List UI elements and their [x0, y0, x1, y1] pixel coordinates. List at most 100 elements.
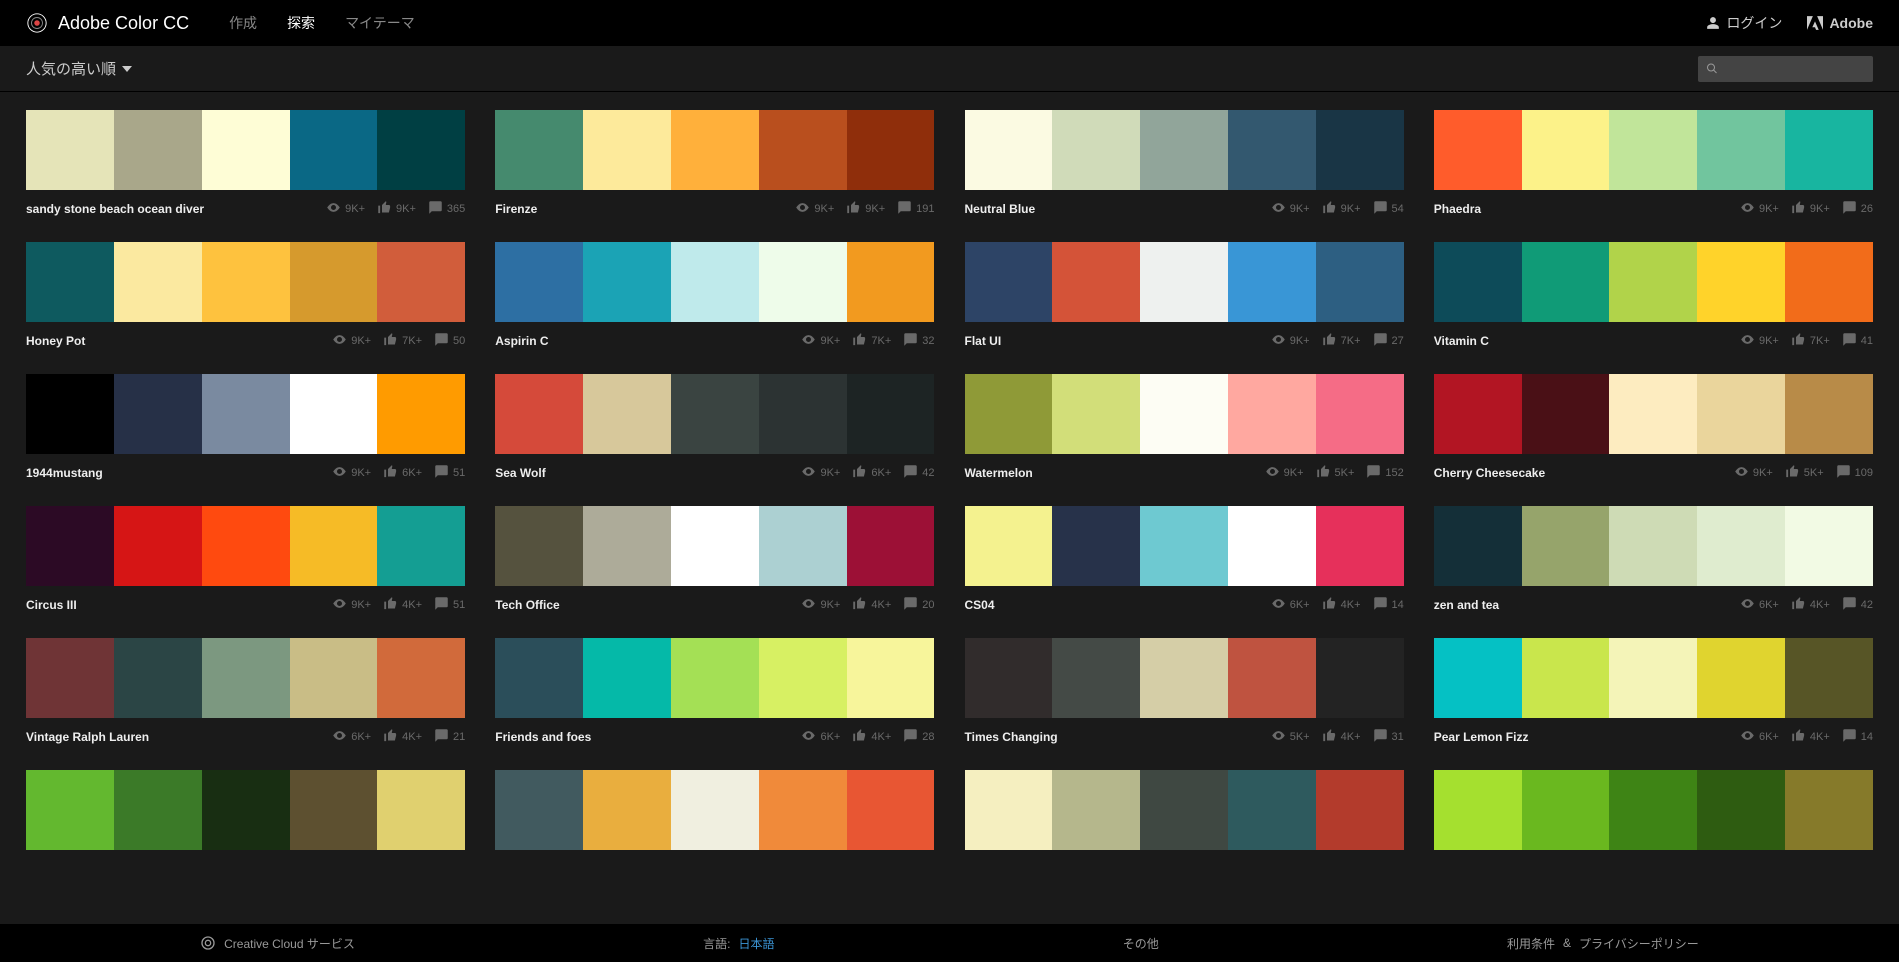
- login-link[interactable]: ログイン: [1706, 13, 1782, 33]
- color-swatch[interactable]: [965, 374, 1053, 454]
- color-swatch[interactable]: [495, 110, 583, 190]
- color-swatch[interactable]: [114, 638, 202, 718]
- theme-card[interactable]: [495, 770, 934, 850]
- footer-other[interactable]: その他: [1123, 935, 1159, 952]
- color-swatch[interactable]: [26, 110, 114, 190]
- color-swatch[interactable]: [1434, 506, 1522, 586]
- color-swatch[interactable]: [847, 638, 935, 718]
- color-swatch[interactable]: [377, 374, 465, 454]
- color-swatch[interactable]: [1697, 374, 1785, 454]
- color-swatch[interactable]: [583, 770, 671, 850]
- color-swatch[interactable]: [26, 374, 114, 454]
- theme-card[interactable]: Neutral Blue9K+9K+54: [965, 110, 1404, 232]
- color-swatch[interactable]: [671, 770, 759, 850]
- color-swatch[interactable]: [759, 110, 847, 190]
- color-swatch[interactable]: [1522, 770, 1610, 850]
- color-swatch[interactable]: [1522, 506, 1610, 586]
- color-swatch[interactable]: [1052, 770, 1140, 850]
- color-swatch[interactable]: [583, 638, 671, 718]
- theme-card[interactable]: Flat UI9K+7K+27: [965, 242, 1404, 364]
- color-swatch[interactable]: [583, 242, 671, 322]
- color-swatch[interactable]: [759, 242, 847, 322]
- color-swatch[interactable]: [202, 374, 290, 454]
- color-swatch[interactable]: [1434, 770, 1522, 850]
- color-swatch[interactable]: [1228, 506, 1316, 586]
- color-swatch[interactable]: [1522, 638, 1610, 718]
- color-swatch[interactable]: [671, 374, 759, 454]
- color-swatch[interactable]: [847, 374, 935, 454]
- theme-card[interactable]: Tech Office9K+4K+20: [495, 506, 934, 628]
- color-swatch[interactable]: [759, 374, 847, 454]
- footer-cc-services[interactable]: Creative Cloud サービス: [200, 935, 355, 952]
- color-swatch[interactable]: [1052, 242, 1140, 322]
- theme-card[interactable]: [26, 770, 465, 850]
- color-swatch[interactable]: [1785, 770, 1873, 850]
- color-swatch[interactable]: [1697, 770, 1785, 850]
- theme-card[interactable]: Pear Lemon Fizz6K+4K+14: [1434, 638, 1873, 760]
- app-logo[interactable]: Adobe Color CC: [26, 12, 189, 34]
- color-swatch[interactable]: [26, 770, 114, 850]
- color-swatch[interactable]: [1052, 374, 1140, 454]
- color-swatch[interactable]: [1697, 110, 1785, 190]
- color-swatch[interactable]: [847, 770, 935, 850]
- theme-card[interactable]: Vintage Ralph Lauren6K+4K+21: [26, 638, 465, 760]
- color-swatch[interactable]: [1785, 638, 1873, 718]
- color-swatch[interactable]: [1522, 110, 1610, 190]
- color-swatch[interactable]: [965, 638, 1053, 718]
- color-swatch[interactable]: [1434, 110, 1522, 190]
- color-swatch[interactable]: [377, 638, 465, 718]
- color-swatch[interactable]: [1697, 506, 1785, 586]
- color-swatch[interactable]: [1052, 638, 1140, 718]
- color-swatch[interactable]: [26, 506, 114, 586]
- color-swatch[interactable]: [1697, 638, 1785, 718]
- footer-legal[interactable]: 利用条件 & プライバシーポリシー: [1507, 935, 1699, 952]
- color-swatch[interactable]: [847, 110, 935, 190]
- color-swatch[interactable]: [1316, 242, 1404, 322]
- color-swatch[interactable]: [1140, 638, 1228, 718]
- color-swatch[interactable]: [114, 770, 202, 850]
- color-swatch[interactable]: [495, 374, 583, 454]
- nav-create[interactable]: 作成: [229, 13, 257, 33]
- color-swatch[interactable]: [759, 506, 847, 586]
- color-swatch[interactable]: [495, 506, 583, 586]
- color-swatch[interactable]: [1316, 770, 1404, 850]
- color-swatch[interactable]: [965, 770, 1053, 850]
- color-swatch[interactable]: [1228, 638, 1316, 718]
- theme-card[interactable]: Cherry Cheesecake9K+5K+109: [1434, 374, 1873, 496]
- color-swatch[interactable]: [671, 638, 759, 718]
- color-swatch[interactable]: [1140, 374, 1228, 454]
- theme-card[interactable]: Friends and foes6K+4K+28: [495, 638, 934, 760]
- color-swatch[interactable]: [114, 506, 202, 586]
- color-swatch[interactable]: [1609, 506, 1697, 586]
- color-swatch[interactable]: [965, 506, 1053, 586]
- color-swatch[interactable]: [202, 638, 290, 718]
- color-swatch[interactable]: [1609, 638, 1697, 718]
- nav-mythemes[interactable]: マイテーマ: [345, 13, 415, 33]
- theme-card[interactable]: Times Changing5K+4K+31: [965, 638, 1404, 760]
- color-swatch[interactable]: [495, 242, 583, 322]
- color-swatch[interactable]: [202, 110, 290, 190]
- color-swatch[interactable]: [1316, 506, 1404, 586]
- theme-card[interactable]: Aspirin C9K+7K+32: [495, 242, 934, 364]
- color-swatch[interactable]: [671, 110, 759, 190]
- theme-card[interactable]: [965, 770, 1404, 850]
- color-swatch[interactable]: [1609, 770, 1697, 850]
- color-swatch[interactable]: [1434, 374, 1522, 454]
- search-input[interactable]: [1718, 61, 1865, 76]
- color-swatch[interactable]: [1052, 506, 1140, 586]
- theme-card[interactable]: Sea Wolf9K+6K+42: [495, 374, 934, 496]
- theme-card[interactable]: Watermelon9K+5K+152: [965, 374, 1404, 496]
- color-swatch[interactable]: [759, 770, 847, 850]
- color-swatch[interactable]: [290, 374, 378, 454]
- color-swatch[interactable]: [377, 242, 465, 322]
- color-swatch[interactable]: [1140, 242, 1228, 322]
- color-swatch[interactable]: [671, 506, 759, 586]
- color-swatch[interactable]: [1434, 242, 1522, 322]
- theme-card[interactable]: 1944mustang9K+6K+51: [26, 374, 465, 496]
- color-swatch[interactable]: [26, 638, 114, 718]
- color-swatch[interactable]: [1785, 110, 1873, 190]
- color-swatch[interactable]: [290, 110, 378, 190]
- color-swatch[interactable]: [1316, 110, 1404, 190]
- color-swatch[interactable]: [202, 770, 290, 850]
- color-swatch[interactable]: [114, 374, 202, 454]
